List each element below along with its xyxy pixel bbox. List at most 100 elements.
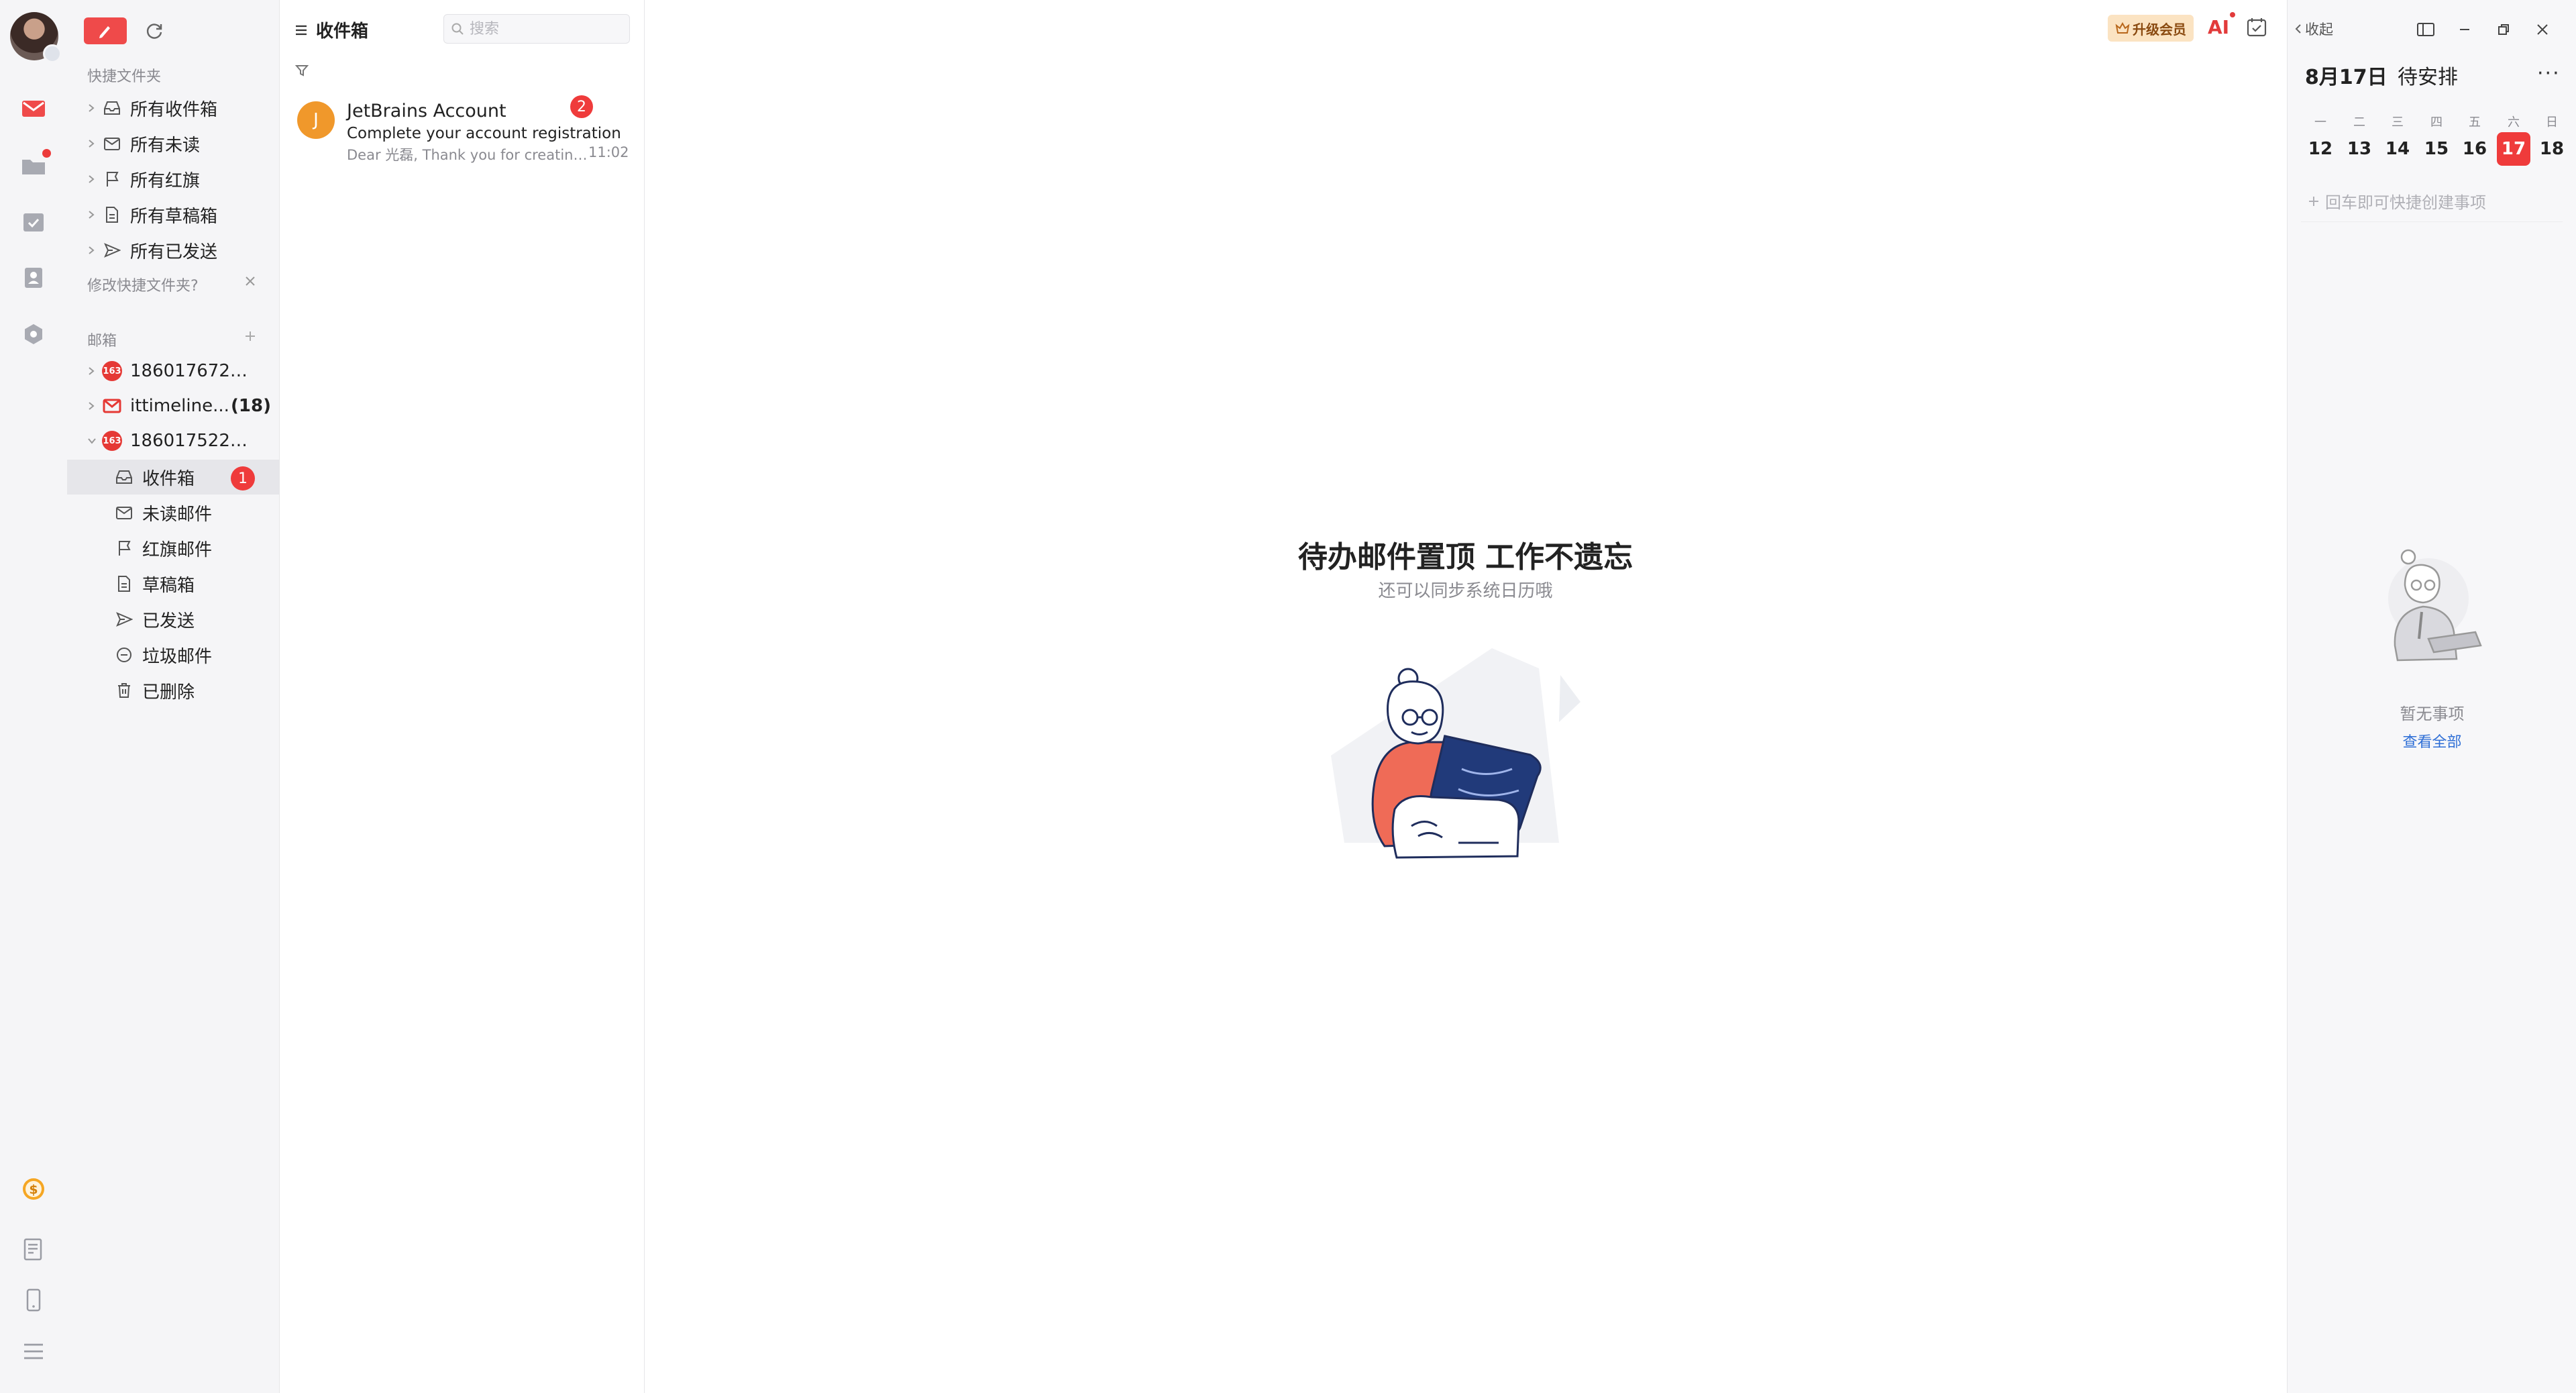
chevron-right-icon[interactable] bbox=[87, 246, 97, 255]
folder-drafts[interactable]: 草稿箱 bbox=[67, 566, 279, 601]
mail-time: 11:02 bbox=[588, 144, 629, 160]
folder-label: 已发送 bbox=[142, 611, 195, 631]
plugin-icon[interactable] bbox=[19, 319, 48, 349]
status-badge-icon bbox=[43, 44, 62, 63]
account-label: ittimeline... bbox=[130, 396, 229, 416]
folder-label: 所有收件箱 bbox=[130, 99, 218, 120]
folder-label: 所有未读 bbox=[130, 135, 201, 156]
account-row[interactable]: 163 18601767221... bbox=[67, 354, 279, 389]
quick-folder-all-drafts[interactable]: 所有草稿箱 bbox=[67, 197, 279, 232]
close-window-icon[interactable] bbox=[2530, 17, 2555, 42]
search-icon bbox=[451, 23, 464, 35]
calendar-day-today[interactable]: 17 bbox=[2497, 132, 2530, 166]
plus-icon bbox=[2309, 196, 2318, 206]
quick-folder-all-inbox[interactable]: 所有收件箱 bbox=[67, 91, 279, 125]
minimize-icon[interactable] bbox=[2453, 17, 2477, 42]
folder-flagged[interactable]: 红旗邮件 bbox=[67, 531, 279, 566]
contacts-icon[interactable] bbox=[19, 263, 48, 293]
calendar-day[interactable]: 14 bbox=[2381, 132, 2414, 166]
mail-preview: Dear 光磊, Thank you for creating ... bbox=[347, 147, 588, 163]
unread-icon bbox=[114, 503, 134, 523]
divider bbox=[2301, 221, 2563, 222]
chevron-right-icon[interactable] bbox=[87, 366, 97, 376]
filter-icon[interactable] bbox=[294, 63, 309, 78]
quick-add-placeholder: 回车即可快捷创建事项 bbox=[2325, 193, 2486, 212]
163-logo-icon: 163 bbox=[102, 431, 122, 451]
mail-count-badge: 2 bbox=[570, 95, 593, 118]
list-title: 收件箱 bbox=[316, 21, 369, 42]
mail-icon[interactable] bbox=[19, 94, 48, 123]
folder-unread[interactable]: 未读邮件 bbox=[67, 495, 279, 530]
calendar-day[interactable]: 15 bbox=[2420, 132, 2453, 166]
refresh-button[interactable] bbox=[140, 16, 169, 46]
ai-button[interactable]: AI bbox=[2208, 16, 2229, 38]
chevron-right-icon[interactable] bbox=[87, 401, 97, 411]
quick-folder-all-unread[interactable]: 所有未读 bbox=[67, 126, 279, 161]
phone-icon[interactable] bbox=[19, 1286, 48, 1315]
folder-spam[interactable]: 垃圾邮件 bbox=[67, 637, 279, 672]
spam-icon bbox=[114, 645, 134, 665]
calendar-day[interactable]: 18 bbox=[2535, 132, 2569, 166]
crown-icon bbox=[2115, 21, 2130, 34]
mail-list-item[interactable]: J JetBrains Account 2 Complete your acco… bbox=[280, 94, 644, 169]
chevron-down-icon[interactable] bbox=[87, 437, 97, 445]
restore-icon[interactable] bbox=[2491, 17, 2516, 42]
flag-icon bbox=[114, 538, 134, 558]
weekday-label: 五 bbox=[2469, 115, 2481, 130]
quick-add-input[interactable]: 回车即可快捷创建事项 bbox=[2308, 189, 2486, 213]
sidebar-toggle-icon[interactable] bbox=[2414, 17, 2438, 42]
chevron-right-icon[interactable] bbox=[87, 174, 97, 184]
empty-state-subtitle: 还可以同步系统日历哦 bbox=[1378, 581, 1553, 601]
folder-label: 草稿箱 bbox=[142, 575, 195, 596]
mail-subject: Complete your account registration bbox=[347, 125, 621, 142]
account-row[interactable]: 163 18601752216... bbox=[67, 423, 279, 458]
folder-trash[interactable]: 已删除 bbox=[67, 673, 279, 708]
chevron-right-icon[interactable] bbox=[87, 103, 97, 113]
compose-button[interactable] bbox=[84, 17, 127, 44]
folder-label: 红旗邮件 bbox=[142, 539, 213, 560]
view-all-link[interactable]: 查看全部 bbox=[2288, 730, 2576, 752]
chevron-right-icon[interactable] bbox=[87, 210, 97, 219]
edit-quick-folders-hint[interactable]: 修改快捷文件夹? bbox=[87, 274, 199, 295]
flag-icon bbox=[102, 169, 122, 189]
no-items-text: 暂无事项 bbox=[2400, 705, 2465, 723]
notification-dot bbox=[42, 149, 51, 158]
notes-icon[interactable] bbox=[19, 1235, 48, 1264]
folder-label: 已删除 bbox=[142, 682, 195, 703]
upgrade-button[interactable]: 升级会员 bbox=[2108, 15, 2194, 42]
search-input[interactable] bbox=[468, 19, 619, 38]
empty-state-title: 待办邮件置顶 工作不遗忘 bbox=[1297, 540, 1633, 574]
collapse-button[interactable]: 收起 bbox=[2294, 19, 2333, 39]
weekday-label: 三 bbox=[2392, 115, 2404, 130]
todo-toggle-icon[interactable] bbox=[2246, 16, 2267, 38]
schedule-panel: 收起 8月17日 待安排 ··· 一 二 三 四 五 六 日 12 13 14 … bbox=[2287, 0, 2576, 1393]
svg-text:$: $ bbox=[29, 1182, 38, 1197]
add-account-icon[interactable] bbox=[244, 330, 256, 342]
account-label: 18601752216... bbox=[130, 431, 258, 451]
ai-sparkle-icon bbox=[2230, 12, 2235, 17]
folder-sent[interactable]: 已发送 bbox=[67, 602, 279, 637]
chevron-right-icon[interactable] bbox=[87, 139, 97, 148]
weekday-label: 日 bbox=[2546, 115, 2558, 130]
calendar-check-icon[interactable] bbox=[19, 207, 48, 236]
mailbox-title: 邮箱 bbox=[87, 333, 117, 350]
unread-count: (18) bbox=[231, 396, 271, 416]
draft-icon bbox=[102, 205, 122, 225]
collapse-label: 收起 bbox=[2305, 21, 2333, 38]
quick-folder-all-sent[interactable]: 所有已发送 bbox=[67, 233, 279, 268]
calendar-day[interactable]: 16 bbox=[2458, 132, 2491, 166]
more-options-button[interactable]: ··· bbox=[2537, 62, 2561, 85]
folder-label: 所有红旗 bbox=[130, 170, 201, 191]
list-header[interactable]: 收件箱 bbox=[294, 17, 368, 42]
sent-icon bbox=[114, 609, 134, 629]
close-icon[interactable] bbox=[244, 275, 256, 287]
agenda-title: 待安排 bbox=[2398, 66, 2458, 89]
search-box[interactable] bbox=[443, 14, 630, 44]
calendar-day[interactable]: 12 bbox=[2304, 132, 2337, 166]
calendar-day[interactable]: 13 bbox=[2343, 132, 2376, 166]
dollar-icon[interactable]: $ bbox=[19, 1174, 48, 1204]
menu-icon[interactable] bbox=[19, 1337, 48, 1366]
quick-folder-all-flagged[interactable]: 所有红旗 bbox=[67, 162, 279, 197]
hamburger-icon[interactable] bbox=[294, 24, 308, 36]
sender-avatar: J bbox=[297, 101, 335, 139]
